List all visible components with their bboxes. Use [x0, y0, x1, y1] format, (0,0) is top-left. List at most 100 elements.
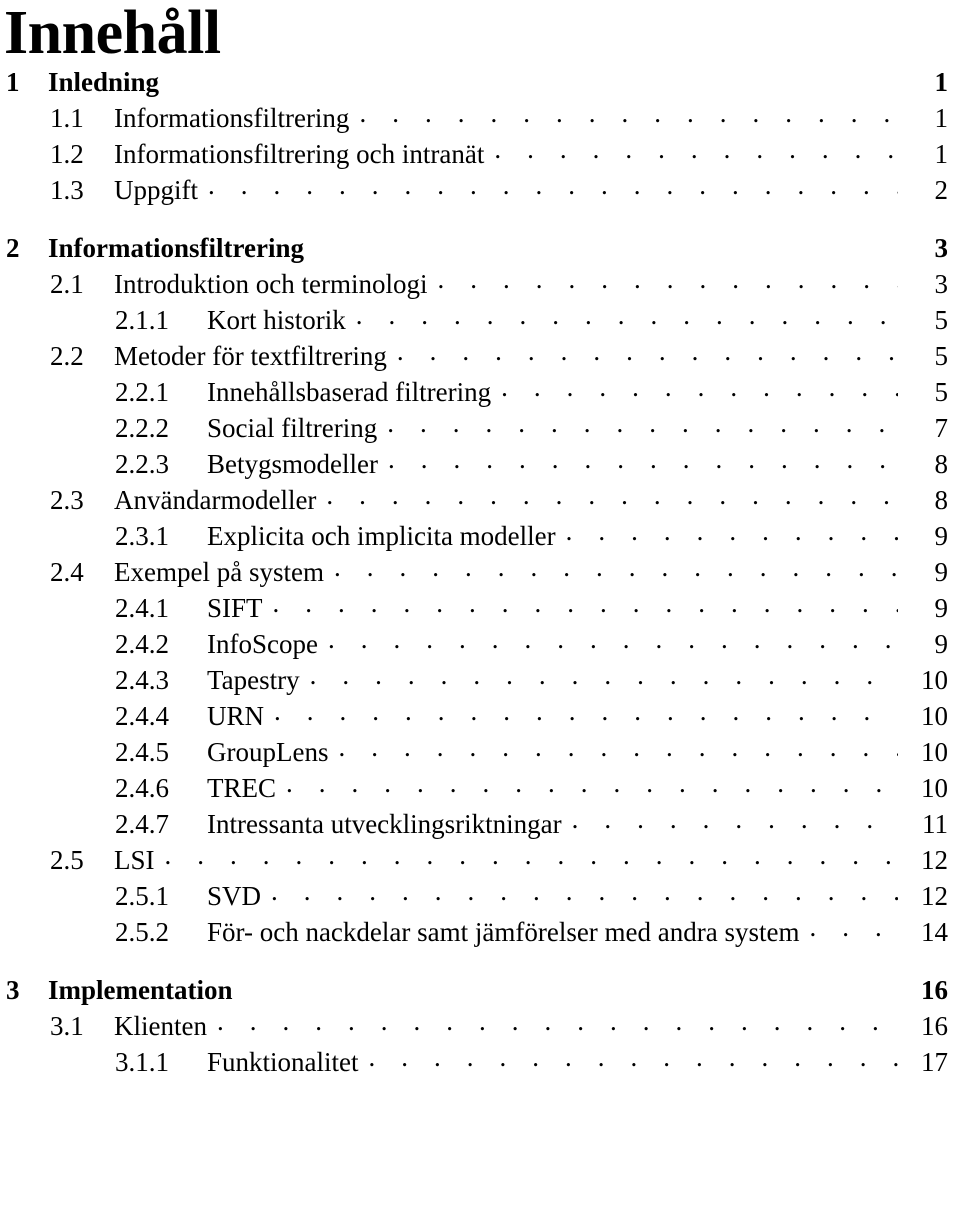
- toc-entry-number: 2.5: [50, 845, 84, 875]
- toc-entry-number: 2.3: [50, 485, 84, 515]
- toc-entry[interactable]: 2.1.1 Kort historik 5: [4, 302, 952, 338]
- toc-entry-number: 1.2: [50, 139, 84, 169]
- toc-entry-label: Implementation: [48, 975, 233, 1005]
- toc-dot-leader: [397, 338, 898, 365]
- toc-entry[interactable]: 3.1.1 Funktionalitet 17: [4, 1044, 952, 1080]
- toc-dot-leader: [388, 446, 898, 473]
- toc-entry[interactable]: 2.4.5 GroupLens 10: [4, 734, 952, 770]
- toc-dot-leader: [243, 972, 899, 999]
- toc-entry-page-number: 1: [934, 103, 949, 133]
- toc-entry-page-number: 2: [934, 175, 949, 205]
- toc-entry[interactable]: 2.2.3 Betygsmodeller 8: [4, 446, 952, 482]
- toc-entry-label: Intressanta utvecklingsriktningar: [207, 809, 562, 839]
- toc-entry-number: 2.2.2: [115, 413, 169, 443]
- toc-dot-leader: [494, 136, 898, 163]
- toc-entry[interactable]: 3.1 Klienten 16: [4, 1008, 952, 1044]
- toc-entry-page-number: 9: [934, 629, 949, 659]
- toc-entry-number: 2.2.1: [115, 377, 169, 407]
- toc-entry-label: Informationsfiltrering: [114, 103, 350, 133]
- toc-entry-label: LSI: [114, 845, 155, 875]
- toc-entry[interactable]: 2.5.2 För- och nackdelar samt jämförelser…: [4, 914, 952, 950]
- toc-entry-page-number: 16: [921, 1011, 948, 1041]
- toc-entry[interactable]: 2.4.2 InfoScope 9: [4, 626, 952, 662]
- toc-entry-label: Klienten: [114, 1011, 207, 1041]
- toc-entry-page-number: 5: [934, 341, 949, 371]
- toc-entry[interactable]: 2 Informationsfiltrering 3: [4, 230, 952, 266]
- toc-entry-label: Introduktion och terminologi: [114, 269, 428, 299]
- toc-entry-page-number: 9: [934, 557, 949, 587]
- toc-entry[interactable]: 1.2 Informationsfiltrering och intranät 1: [4, 136, 952, 172]
- toc-entry-number: 1.3: [50, 175, 84, 205]
- toc-entry[interactable]: 2.5.1 SVD 12: [4, 878, 952, 914]
- toc-dot-leader: [273, 590, 898, 617]
- toc-entry-label: Exempel på system: [114, 557, 324, 587]
- toc-entry-label: Funktionalitet: [207, 1047, 359, 1077]
- toc-dot-leader: [572, 806, 898, 833]
- toc-entry-number: 2.4.1: [115, 593, 169, 623]
- toc-entry-number: 2.4.7: [115, 809, 169, 839]
- toc-entry-number: 1.1: [50, 103, 84, 133]
- toc-entry-label: För- och nackdelar samt jämförelser med …: [207, 917, 800, 947]
- toc-entry-number: 2.4.2: [115, 629, 169, 659]
- toc-dot-leader: [314, 230, 898, 257]
- toc-entry-label: GroupLens: [207, 737, 329, 767]
- toc-dot-leader: [387, 410, 898, 437]
- toc-entry-number: 2.4.3: [115, 665, 169, 695]
- toc-entry[interactable]: 2.4 Exempel på system 9: [4, 554, 952, 590]
- toc-entry-label: Informationsfiltrering och intranät: [114, 139, 485, 169]
- toc-entry-number: 2.4.6: [115, 773, 169, 803]
- toc-dot-leader: [169, 64, 898, 91]
- toc-dot-leader: [334, 554, 898, 581]
- toc-entry[interactable]: 1.3 Uppgift 2: [4, 172, 952, 208]
- toc-entry[interactable]: 2.5 LSI 12: [4, 842, 952, 878]
- toc-entry-label: URN: [207, 701, 265, 731]
- toc-dot-leader: [165, 842, 899, 869]
- toc-entry-page-number: 3: [934, 269, 949, 299]
- toc-dot-leader: [437, 266, 898, 293]
- toc-entry-label: Kort historik: [207, 305, 346, 335]
- toc-entry-number: 2.2: [50, 341, 84, 371]
- toc-entry-label: Tapestry: [207, 665, 300, 695]
- toc-entry-number: 2.5.2: [115, 917, 169, 947]
- toc-entry[interactable]: 2.3.1 Explicita och implicita modeller 9: [4, 518, 952, 554]
- toc-entry[interactable]: 2.2.2 Social filtrering 7: [4, 410, 952, 446]
- toc-entry-page-number: 1: [934, 67, 949, 97]
- toc-entry[interactable]: 2.2.1 Innehållsbaserad filtrering 5: [4, 374, 952, 410]
- toc-entry-number: 2.1.1: [115, 305, 169, 335]
- page-title: Innehåll: [4, 0, 221, 67]
- toc-dot-leader: [286, 770, 898, 797]
- toc-entry[interactable]: 3 Implementation 16: [4, 972, 952, 1008]
- table-of-contents: 1 Inledning 11.1 Informationsfiltrering 11.2…: [0, 64, 960, 1080]
- toc-dot-leader: [217, 1008, 898, 1035]
- toc-entry-number: 2.3.1: [115, 521, 169, 551]
- toc-dot-leader: [328, 626, 898, 653]
- toc-entry-label: InfoScope: [207, 629, 318, 659]
- toc-entry-number: 2: [6, 233, 20, 263]
- toc-entry-number: 2.4: [50, 557, 84, 587]
- toc-entry-page-number: 7: [934, 413, 949, 443]
- toc-entry-number: 2.5.1: [115, 881, 169, 911]
- toc-entry[interactable]: 1.1 Informationsfiltrering 1: [4, 100, 952, 136]
- toc-entry[interactable]: 2.1 Introduktion och terminologi 3: [4, 266, 952, 302]
- toc-entry-page-number: 8: [934, 485, 949, 515]
- toc-entry-page-number: 8: [934, 449, 949, 479]
- toc-entry-page-number: 3: [934, 233, 949, 263]
- toc-entry-page-number: 9: [934, 521, 949, 551]
- toc-entry-page-number: 5: [934, 377, 949, 407]
- toc-entry[interactable]: 2.4.6 TREC 10: [4, 770, 952, 806]
- toc-entry-label: Social filtrering: [207, 413, 378, 443]
- toc-entry-label: Användarmodeller: [114, 485, 317, 515]
- toc-entry[interactable]: 1 Inledning 1: [4, 64, 952, 100]
- toc-entry[interactable]: 2.4.4 URN 10: [4, 698, 952, 734]
- toc-entry-page-number: 16: [921, 975, 948, 1005]
- toc-entry[interactable]: 2.4.7 Intressanta utvecklingsriktningar 11: [4, 806, 952, 842]
- toc-entry-page-number: 9: [934, 593, 949, 623]
- toc-dot-leader: [208, 172, 898, 199]
- toc-entry[interactable]: 2.4.1 SIFT 9: [4, 590, 952, 626]
- toc-entry-label: Inledning: [48, 67, 160, 97]
- toc-entry-number: 2.1: [50, 269, 84, 299]
- toc-entry[interactable]: 2.2 Metoder för textfiltrering 5: [4, 338, 952, 374]
- document-page: Innehåll 1 Inledning 1 1.1 Informationsfiltr…: [0, 0, 960, 1220]
- toc-entry[interactable]: 2.4.3 Tapestry 10: [4, 662, 952, 698]
- toc-entry[interactable]: 2.3 Användarmodeller 8: [4, 482, 952, 518]
